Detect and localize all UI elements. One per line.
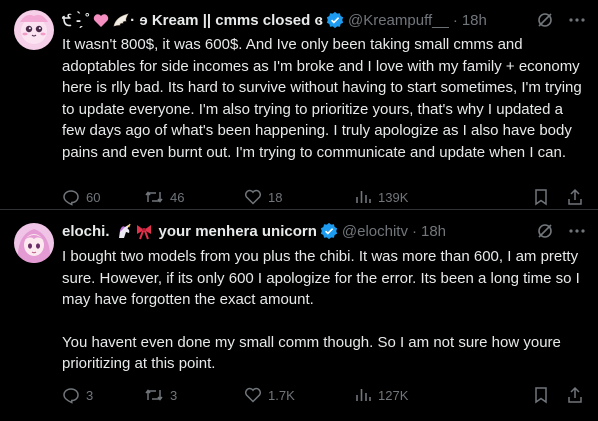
handle[interactable]: @Kreampuff__ [348, 12, 449, 29]
handle[interactable]: @elochitv [342, 223, 408, 240]
display-name-text[interactable]: elochi. [62, 223, 110, 240]
verified-badge-icon [320, 222, 338, 240]
tweet-1[interactable]: ੯ -̗̀ ˚ · ɘ Kream || cmms closed ɞ @Krea… [0, 0, 598, 208]
repost-icon [144, 386, 164, 404]
tweet-paragraph: I bought two models from you plus the ch… [62, 248, 580, 308]
separator-dot: · [411, 222, 417, 240]
separator-dot: · [452, 11, 458, 29]
heart-icon [244, 386, 262, 404]
views-count: 139K [378, 189, 409, 205]
like-count: 1.7K [268, 387, 295, 403]
timestamp[interactable]: 18h [421, 223, 446, 240]
repost-button[interactable]: 46 [144, 188, 244, 206]
views-icon [354, 188, 372, 206]
reply-count: 60 [86, 189, 101, 205]
repost-button[interactable]: 3 [144, 386, 244, 404]
bookmark-icon[interactable] [532, 188, 550, 206]
more-options-icon[interactable] [568, 11, 586, 29]
views-icon [354, 386, 372, 404]
display-name-text[interactable]: ੯ -̗̀ ˚ [62, 12, 90, 29]
more-options-icon[interactable] [568, 222, 586, 240]
share-icon[interactable] [566, 188, 584, 206]
display-name-suffix[interactable]: your menhera unicorn [159, 223, 317, 240]
action-bar: 3 3 1.7K 127K [62, 384, 584, 406]
reply-button[interactable]: 3 [62, 386, 144, 404]
tweet-header: elochi. your menhera unicorn @elochitv ·… [62, 221, 586, 241]
action-bar: 60 46 18 139K [62, 186, 584, 208]
timestamp[interactable]: 18h [462, 12, 487, 29]
views-count: 127K [378, 387, 409, 403]
display-name[interactable]: elochi. your menhera unicorn [62, 223, 317, 240]
reply-button[interactable]: 60 [62, 188, 144, 206]
display-name-suffix[interactable]: · ɘ Kream || cmms closed ɞ [130, 12, 323, 29]
views-button[interactable]: 127K [354, 386, 462, 404]
grok-icon[interactable] [536, 222, 554, 240]
tweet-paragraph: You havent even done my small comm thoug… [62, 333, 561, 373]
tweet-text: I bought two models from you plus the ch… [62, 246, 582, 375]
avatar[interactable] [14, 223, 54, 263]
heart-emoji-icon [93, 13, 109, 28]
tweet-text: It wasn't 800$, it was 600$. And Ive onl… [62, 36, 582, 161]
wing-emoji-icon [112, 13, 130, 28]
display-name[interactable]: ੯ -̗̀ ˚ · ɘ Kream || cmms closed ɞ [62, 12, 323, 29]
bookmark-icon[interactable] [532, 386, 550, 404]
heart-icon [244, 188, 262, 206]
like-button[interactable]: 1.7K [244, 386, 354, 404]
repost-icon [144, 188, 164, 206]
tweet-2[interactable]: elochi. your menhera unicorn @elochitv ·… [0, 210, 598, 421]
ribbon-emoji-icon [135, 223, 153, 240]
grok-icon[interactable] [536, 11, 554, 29]
like-count: 18 [268, 189, 283, 205]
repost-count: 46 [170, 189, 185, 205]
avatar[interactable] [14, 10, 54, 50]
unicorn-emoji-icon [116, 223, 133, 240]
share-icon[interactable] [566, 386, 584, 404]
repost-count: 3 [170, 387, 178, 403]
reply-icon [62, 386, 80, 404]
verified-badge-icon [326, 11, 344, 29]
tweet-header: ੯ -̗̀ ˚ · ɘ Kream || cmms closed ɞ @Krea… [62, 10, 586, 30]
reply-count: 3 [86, 387, 94, 403]
like-button[interactable]: 18 [244, 188, 354, 206]
views-button[interactable]: 139K [354, 188, 462, 206]
reply-icon [62, 188, 80, 206]
